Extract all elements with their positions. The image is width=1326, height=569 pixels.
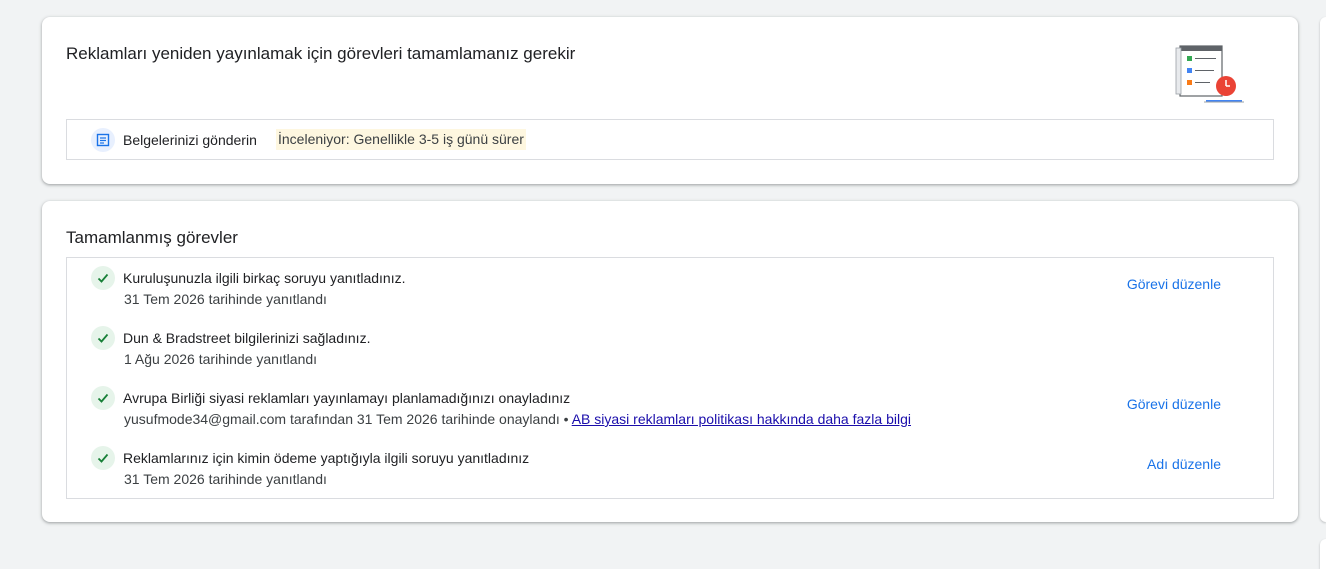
task-subtitle: yusufmode34@gmail.com tarafından 31 Tem … — [124, 411, 560, 427]
completed-tasks-title: Tamamlanmış görevler — [66, 228, 238, 247]
task-subtitle: 31 Tem 2026 tarihinde yanıtlandı — [124, 291, 327, 307]
task-title: Kuruluşunuzla ilgili birkaç soruyu yanıt… — [123, 270, 406, 286]
task-subtitle: 1 Ağu 2026 tarihinde yanıtlandı — [124, 351, 318, 367]
edit-task-button[interactable]: Görevi düzenle — [1127, 396, 1221, 412]
task-title: Avrupa Birliği siyasi reklamları yayınla… — [123, 390, 571, 406]
separator-dot: • — [559, 411, 572, 427]
pending-tasks-title: Reklamları yeniden yayınlamak için görev… — [66, 44, 576, 63]
eu-political-ads-policy-link[interactable]: AB siyasi reklamları politikası hakkında… — [572, 411, 911, 427]
checkmark-icon — [91, 326, 115, 350]
edit-task-button[interactable]: Görevi düzenle — [1127, 276, 1221, 292]
checklist-clock-icon — [1175, 45, 1244, 103]
pending-task-row: Belgelerinizi gönderin İnceleniyor: Gene… — [66, 119, 1274, 160]
edit-name-button[interactable]: Adı düzenle — [1147, 456, 1221, 472]
checkmark-icon — [91, 266, 115, 290]
checkmark-icon — [91, 446, 115, 470]
task-subtitle-container: yusufmode34@gmail.com tarafından 31 Tem … — [124, 411, 911, 427]
completed-tasks-card: Tamamlanmış görevler Kuruluşunuzla ilgil… — [42, 201, 1298, 522]
adjacent-panel-edge — [1320, 17, 1326, 522]
checkmark-icon — [91, 386, 115, 410]
completed-task-list: Kuruluşunuzla ilgili birkaç soruyu yanıt… — [66, 257, 1274, 499]
adjacent-panel-edge — [1320, 539, 1326, 569]
completed-task-row: Dun & Bradstreet bilgilerinizi sağladını… — [67, 318, 1273, 370]
pending-task-label: Belgelerinizi gönderin — [123, 132, 257, 148]
task-subtitle: 31 Tem 2026 tarihinde yanıtlandı — [124, 471, 327, 487]
status-badge: İnceleniyor: Genellikle 3-5 iş günü süre… — [276, 129, 526, 150]
document-icon — [91, 128, 115, 152]
completed-task-row: Avrupa Birliği siyasi reklamları yayınla… — [67, 378, 1273, 430]
task-title: Dun & Bradstreet bilgilerinizi sağladını… — [123, 330, 371, 346]
task-title: Reklamlarınız için kimin ödeme yaptığıyl… — [123, 450, 530, 466]
completed-task-row: Kuruluşunuzla ilgili birkaç soruyu yanıt… — [67, 258, 1273, 310]
completed-task-row: Reklamlarınız için kimin ödeme yaptığıyl… — [67, 438, 1273, 490]
pending-tasks-card: Reklamları yeniden yayınlamak için görev… — [42, 17, 1298, 184]
